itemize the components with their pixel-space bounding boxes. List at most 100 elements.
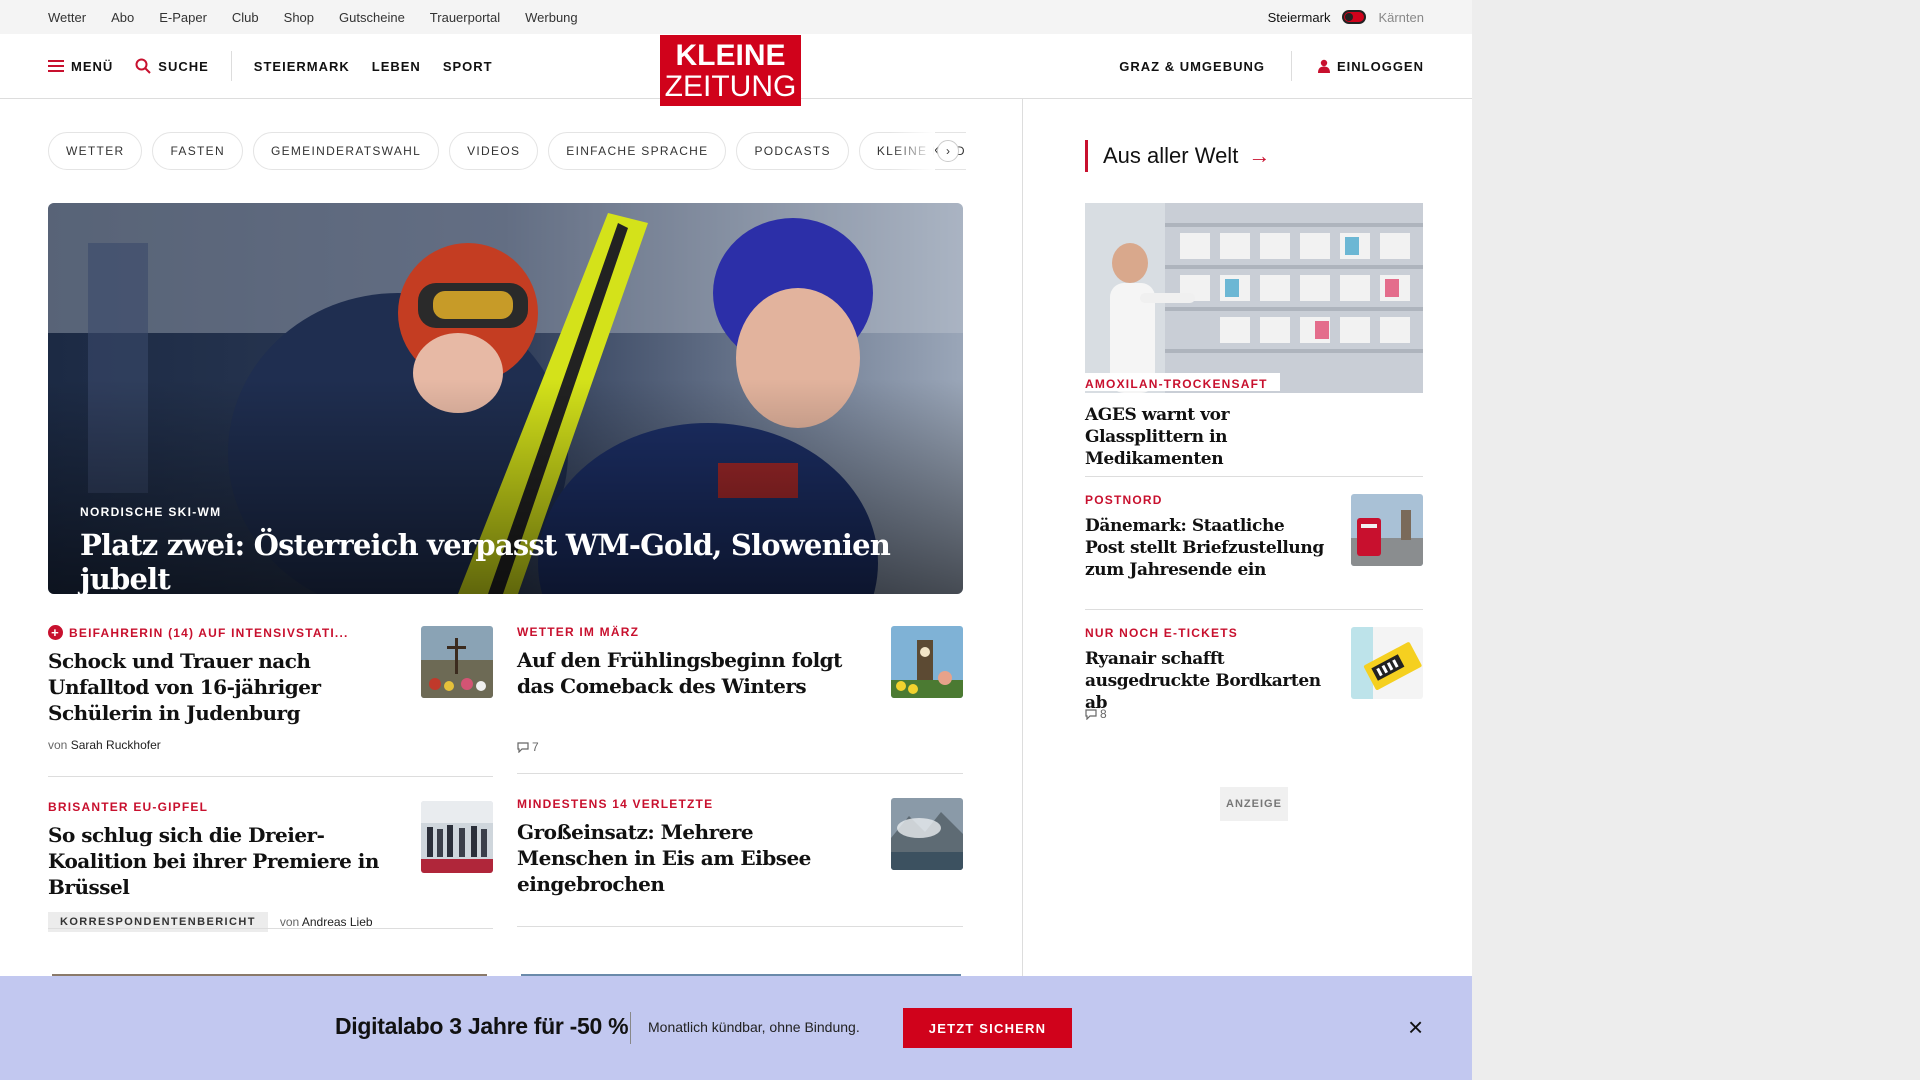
rail-lead-image[interactable] — [1085, 203, 1423, 393]
comment-count[interactable]: 8 — [1085, 707, 1107, 721]
arrow-right-icon: → — [1248, 143, 1271, 168]
author-prefix: von — [48, 738, 68, 752]
logo-line-1: KLEINE — [675, 39, 786, 72]
comment-icon — [1085, 708, 1097, 720]
memorial-photo — [421, 626, 493, 698]
main-header: MENÜ SUCHE STEIERMARK LEBEN SPORT KLEINE… — [0, 34, 1472, 106]
search-icon — [135, 58, 151, 74]
clocktower-photo — [891, 626, 963, 698]
article-divider — [517, 773, 963, 774]
utility-link-abo[interactable]: Abo — [111, 10, 134, 25]
nav-leben[interactable]: LEBEN — [372, 59, 421, 74]
comment-count[interactable]: 7 — [517, 740, 539, 754]
author-prefix: von — [279, 915, 300, 929]
region-steiermark[interactable]: Steiermark — [1268, 10, 1331, 25]
search-button[interactable]: SUCHE — [135, 58, 209, 74]
nav-sport[interactable]: SPORT — [443, 59, 493, 74]
local-region-link[interactable]: GRAZ & UMGEBUNG — [1119, 59, 1265, 74]
article-kicker: WETTER IM MÄRZ — [517, 625, 857, 639]
chevron-right-icon[interactable]: › — [937, 140, 959, 162]
article-kicker-text: BEIFAHRERIN (14) AUF INTENSIVSTATI... — [69, 625, 349, 640]
author-name[interactable]: Sarah Ruckhofer — [71, 738, 161, 752]
correspondent-badge: KORRESPONDENTENBERICHT — [48, 912, 268, 932]
header-right-nav: GRAZ & UMGEBUNG EINLOGGEN — [1119, 34, 1424, 98]
utility-link-club[interactable]: Club — [232, 10, 259, 25]
comment-count-value: 7 — [532, 740, 539, 754]
article-kicker-text: WETTER IM MÄRZ — [517, 625, 640, 639]
close-icon[interactable]: × — [1408, 1014, 1423, 1040]
menu-button[interactable]: MENÜ — [48, 59, 113, 74]
promo-subline: Monatlich kündbar, ohne Bindung. — [648, 1019, 860, 1035]
utility-links: Wetter Abo E-Paper Club Shop Gutscheine … — [48, 0, 578, 34]
login-label: EINLOGGEN — [1336, 58, 1424, 74]
article-thumbnail[interactable] — [891, 798, 963, 870]
rail-item-thumbnail[interactable] — [1351, 494, 1423, 566]
chip-gemeinderatswahl[interactable]: GEMEINDERATSWAHL — [252, 132, 440, 170]
utility-link-gutscheine[interactable]: Gutscheine — [339, 10, 405, 25]
utility-link-werbung[interactable]: Werbung — [525, 10, 578, 25]
article-meta: von Sarah Ruckhofer — [48, 738, 398, 752]
utility-link-shop[interactable]: Shop — [284, 10, 314, 25]
chip-wetter[interactable]: WETTER — [48, 132, 143, 170]
rail-divider — [1085, 609, 1423, 610]
chip-einfache-sprache[interactable]: EINFACHE SPRACHE — [548, 132, 727, 170]
article-teaser[interactable]: + BEIFAHRERIN (14) AUF INTENSIVSTATI... … — [48, 625, 398, 752]
premium-plus-icon: + — [48, 625, 63, 640]
utility-bar: Wetter Abo E-Paper Club Shop Gutscheine … — [0, 0, 1472, 34]
chip-fasten[interactable]: FASTEN — [152, 132, 243, 170]
article-thumbnail[interactable] — [421, 801, 493, 873]
article-title[interactable]: Schock und Trauer nach Unfalltod von 16-… — [48, 648, 398, 726]
article-teaser[interactable]: WETTER IM MÄRZ Auf den Frühlingsbeginn f… — [517, 625, 857, 699]
article-teaser[interactable]: MINDESTENS 14 VERLETZTE Großeinsatz: Meh… — [517, 797, 857, 897]
region-toggle[interactable] — [1342, 10, 1367, 24]
hero-teaser[interactable]: NORDISCHE SKI-WM Platz zwei: Österreich … — [48, 203, 963, 594]
article-divider — [48, 928, 493, 929]
site-logo[interactable]: KLEINE ZEITUNG — [660, 35, 801, 106]
article-thumbnail[interactable] — [891, 626, 963, 698]
author-line: von Sarah Ruckhofer — [48, 738, 161, 752]
postbox-photo — [1351, 494, 1423, 566]
rail-item-title[interactable]: Ryanair schafft ausgedruckte Bordkarten … — [1085, 648, 1335, 714]
hero-title[interactable]: Platz zwei: Österreich verpasst WM-Gold,… — [80, 528, 963, 594]
promo-headline: Digitalabo 3 Jahre für -50 % — [335, 1013, 629, 1039]
rail-item-kicker: POSTNORD — [1085, 493, 1163, 507]
article-teaser[interactable]: BRISANTER EU-GIPFEL So schlug sich die D… — [48, 800, 398, 932]
nav-steiermark[interactable]: STEIERMARK — [254, 59, 350, 74]
article-meta: KORRESPONDENTENBERICHT von Andreas Lieb — [48, 912, 398, 932]
search-label: SUCHE — [158, 58, 209, 74]
rail-item-kicker: NUR NOCH E-TICKETS — [1085, 626, 1238, 640]
header-left-nav: MENÜ SUCHE STEIERMARK LEBEN SPORT — [48, 34, 493, 98]
article-thumbnail[interactable] — [421, 626, 493, 698]
column-divider — [1022, 99, 1023, 979]
author-name[interactable]: Andreas Lieb — [302, 915, 373, 929]
article-kicker-text: MINDESTENS 14 VERLETZTE — [517, 797, 714, 811]
region-kaernten[interactable]: Kärnten — [1378, 10, 1424, 25]
utility-link-epaper[interactable]: E-Paper — [159, 10, 207, 25]
rail-heading[interactable]: Aus aller Welt → — [1085, 140, 1270, 172]
utility-link-trauerportal[interactable]: Trauerportal — [430, 10, 500, 25]
article-title[interactable]: So schlug sich die Dreier-Koalition bei … — [48, 822, 398, 900]
promo-cta-button[interactable]: JETZT SICHERN — [903, 1008, 1072, 1048]
rail-item-kicker-text: NUR NOCH E-TICKETS — [1085, 626, 1238, 640]
hamburger-icon — [48, 60, 64, 72]
comment-count-value: 8 — [1100, 707, 1107, 721]
header-divider-right — [1290, 51, 1292, 81]
article-title[interactable]: Großeinsatz: Mehrere Menschen in Eis am … — [517, 819, 857, 897]
topic-chips: WETTER FASTEN GEMEINDERATSWAHL VIDEOS EI… — [48, 132, 966, 170]
rail-item-title[interactable]: Dänemark: Staatliche Post stellt Briefzu… — [1085, 515, 1325, 581]
utility-link-wetter[interactable]: Wetter — [48, 10, 86, 25]
user-icon — [1317, 59, 1330, 73]
logo-line-2: ZEITUNG — [664, 70, 797, 103]
rail-item-title[interactable]: AGES warnt vor Glassplittern in Medikame… — [1085, 404, 1345, 470]
subscription-banner: Digitalabo 3 Jahre für -50 % Monatlich k… — [0, 976, 1472, 1080]
chips-fade — [890, 132, 935, 170]
hero-kicker: NORDISCHE SKI-WM — [80, 505, 222, 519]
rail-item-thumbnail[interactable] — [1351, 627, 1423, 699]
login-button[interactable]: EINLOGGEN — [1317, 58, 1424, 74]
rail-item-kicker: AMOXILAN-TROCKENSAFT — [1085, 373, 1280, 391]
article-kicker: MINDESTENS 14 VERLETZTE — [517, 797, 857, 811]
chip-podcasts[interactable]: PODCASTS — [736, 132, 849, 170]
chip-videos[interactable]: VIDEOS — [449, 132, 539, 170]
ad-label: ANZEIGE — [1220, 787, 1288, 821]
article-title[interactable]: Auf den Frühlingsbeginn folgt das Comeba… — [517, 647, 857, 699]
